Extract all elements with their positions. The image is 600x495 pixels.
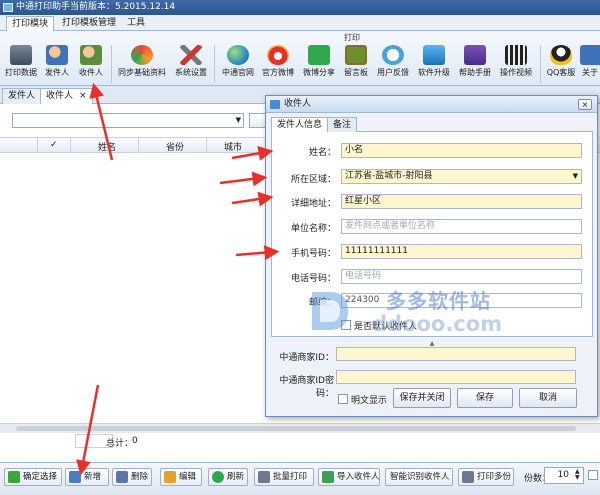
arrow-to-mobile-field <box>235 245 280 261</box>
annotation-arrows <box>76 82 280 476</box>
arrow-to-add-button <box>76 384 100 476</box>
arrow-to-region-field <box>219 171 268 187</box>
arrow-to-receiver-button <box>89 82 114 161</box>
arrow-to-address-field <box>231 191 274 207</box>
arrow-to-name-field <box>231 145 274 161</box>
